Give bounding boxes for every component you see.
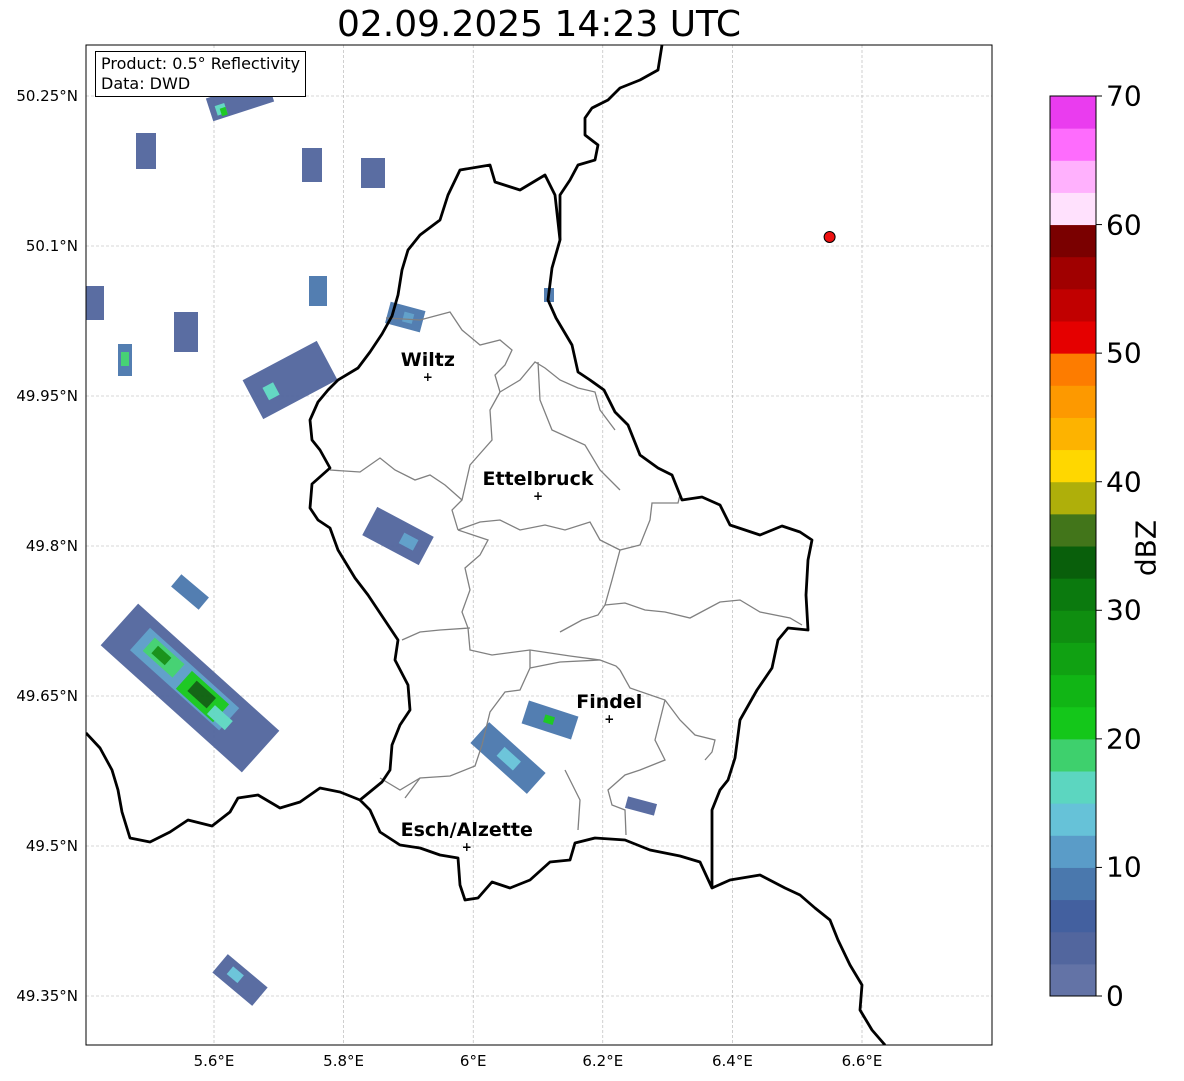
echo-cell	[171, 574, 209, 610]
echo-cell	[174, 312, 198, 352]
colorbar-segment	[1050, 578, 1096, 611]
product-label: Product: 0.5° Reflectivity	[101, 54, 301, 73]
data-source-label: Data: DWD	[101, 74, 191, 93]
colorbar-tick-label: 40	[1106, 465, 1142, 499]
colorbar-segment	[1050, 642, 1096, 676]
map-frame	[85, 44, 993, 1046]
echo-cell	[521, 700, 579, 740]
colorbar-segment	[1050, 835, 1096, 868]
colorbar-tick-label: 0	[1106, 979, 1124, 1013]
echo-cell	[118, 344, 132, 376]
lat-tick-label: 49.95°N	[16, 387, 78, 405]
colorbar-segment	[1050, 128, 1096, 161]
colorbar-segment	[1050, 610, 1096, 643]
echo-cell	[242, 340, 338, 420]
colorbar-segment	[1050, 417, 1096, 451]
canton-boundaries	[329, 311, 803, 836]
radar-site-marker	[823, 231, 836, 243]
colorbar-segment	[1050, 771, 1096, 804]
lon-tick-label: 6.4°E	[711, 1052, 753, 1070]
colorbar-tick-label: 20	[1106, 722, 1142, 756]
echo-cell	[136, 133, 156, 169]
echo-cell	[212, 954, 268, 1006]
echo-cell	[309, 276, 327, 306]
lon-tick-label: 5.6°E	[193, 1052, 235, 1070]
colorbar-tick-label: 10	[1106, 850, 1142, 884]
colorbar-segment	[1050, 899, 1096, 933]
colorbar-segment	[1050, 321, 1096, 354]
lon-tick-label: 6.6°E	[841, 1052, 883, 1070]
echo-cell	[302, 148, 322, 182]
lon-tick-label: 6.2°E	[582, 1052, 624, 1070]
lon-tick-label: 6°E	[459, 1052, 487, 1070]
echo-cell	[100, 603, 280, 773]
radar-map	[85, 44, 1102, 1046]
radar-echoes	[86, 66, 658, 1006]
colorbar-segment	[1050, 224, 1096, 258]
colorbar	[1049, 95, 1102, 997]
colorbar-segment	[1050, 963, 1096, 997]
colorbar-segment	[1050, 256, 1096, 290]
city-name-label: Esch/Alzette	[400, 819, 533, 841]
echo-cell	[470, 722, 546, 794]
colorbar-segment	[1050, 674, 1096, 708]
map-gridlines	[86, 45, 992, 1045]
lat-tick-label: 50.25°N	[16, 87, 78, 105]
colorbar-segment	[1050, 867, 1096, 901]
colorbar-segment	[1050, 449, 1096, 483]
city-name-label: Ettelbruck	[482, 468, 594, 490]
colorbar-segment	[1050, 96, 1096, 129]
echo-cell	[361, 158, 385, 188]
colorbar-segment	[1050, 353, 1096, 386]
lat-tick-label: 49.35°N	[16, 987, 78, 1005]
colorbar-segment	[1050, 481, 1096, 515]
lat-tick-label: 49.8°N	[25, 537, 78, 555]
colorbar-segment	[1050, 288, 1096, 322]
echo-cell	[624, 796, 658, 816]
city-name-label: Wiltz	[400, 349, 455, 371]
colorbar-tick-label: 50	[1106, 336, 1142, 370]
colorbar-segment	[1050, 160, 1096, 193]
echo-cell	[86, 286, 104, 320]
city-marker: +	[532, 489, 544, 503]
colorbar-segment	[1050, 385, 1096, 418]
colorbar-tick-label: 60	[1106, 208, 1142, 242]
colorbar-segment	[1050, 513, 1096, 547]
city-marker: +	[604, 712, 615, 726]
echo-cell	[362, 506, 434, 566]
colorbar-segment	[1050, 803, 1096, 836]
city-marker: +	[461, 840, 472, 854]
lat-tick-label: 49.65°N	[16, 687, 78, 705]
city-marker: +	[422, 370, 433, 384]
lat-tick-label: 49.5°N	[25, 837, 78, 855]
colorbar-tick-label: 70	[1106, 79, 1142, 113]
colorbar-segment	[1050, 931, 1096, 965]
colorbar-segment	[1050, 738, 1096, 772]
product-info-box: Product: 0.5° Reflectivity Data: DWD	[95, 51, 307, 97]
colorbar-segment	[1050, 192, 1096, 226]
colorbar-segment	[1050, 546, 1096, 579]
colorbar-label: dBZ	[1129, 519, 1163, 577]
lon-tick-label: 5.8°E	[323, 1052, 365, 1070]
colorbar-tick-label: 30	[1106, 593, 1142, 627]
city-name-label: Findel	[576, 691, 643, 713]
lat-tick-label: 50.1°N	[25, 237, 78, 255]
colorbar-segment	[1050, 706, 1096, 740]
